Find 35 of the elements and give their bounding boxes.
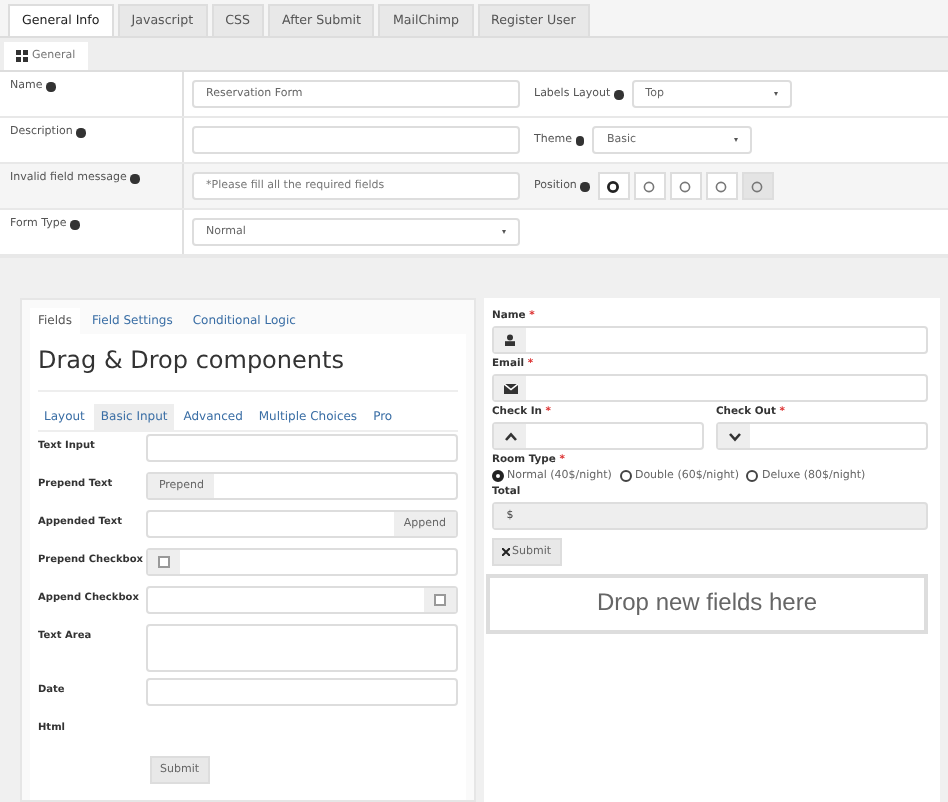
text-field[interactable]	[192, 126, 520, 154]
email-field[interactable]	[492, 374, 928, 402]
position-button[interactable]	[597, 172, 630, 200]
check-out-field[interactable]	[716, 422, 928, 450]
text-field[interactable]	[146, 434, 458, 462]
prepend-checkbox-field[interactable]	[146, 548, 458, 576]
radio-button[interactable]	[746, 470, 759, 482]
close-icon	[502, 548, 510, 556]
chevron-down-icon	[727, 431, 741, 441]
checkbox[interactable]	[158, 556, 171, 568]
radio-button[interactable]	[619, 470, 632, 482]
circle-icon	[642, 179, 657, 193]
check-in-field[interactable]	[492, 422, 704, 450]
person-icon	[504, 334, 516, 346]
help-icon	[580, 182, 590, 192]
append-checkbox-field[interactable]	[146, 586, 458, 614]
drop-zone: Drop new fields here	[486, 574, 928, 634]
checkbox[interactable]	[434, 594, 446, 606]
panel-heading: Drag & Drop components	[38, 342, 458, 392]
chevron-up-icon	[503, 431, 517, 441]
radio-button[interactable]	[492, 470, 504, 482]
help-icon	[130, 174, 140, 183]
grid-icon	[16, 50, 28, 62]
help-icon	[76, 128, 86, 137]
envelope-icon	[503, 383, 517, 393]
text-field[interactable]	[146, 678, 458, 706]
help-icon	[575, 136, 585, 146]
help-icon	[46, 82, 56, 91]
name-field[interactable]	[492, 326, 928, 354]
help-icon	[70, 220, 80, 229]
help-icon	[614, 90, 624, 100]
circle-icon	[714, 179, 729, 193]
circle-icon	[678, 179, 693, 193]
circle-icon	[750, 179, 765, 193]
circle-icon	[606, 179, 621, 193]
